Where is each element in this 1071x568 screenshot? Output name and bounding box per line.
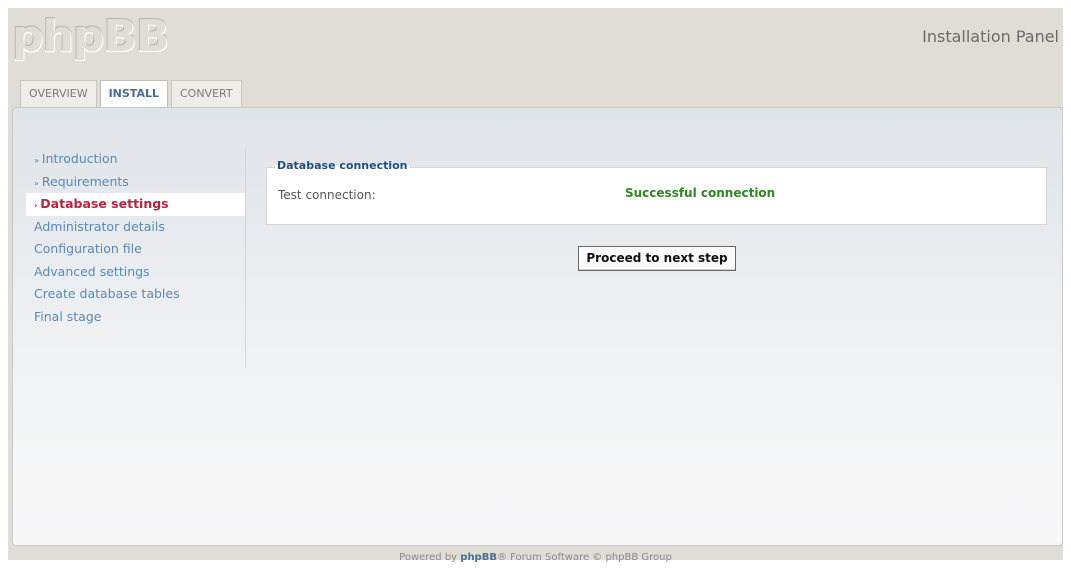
sidebar-item-label: Create database tables <box>34 286 180 301</box>
sidebar-item-label: Database settings <box>40 196 169 211</box>
sidebar-item-final-stage: Final stage <box>26 306 245 329</box>
tab-install[interactable]: INSTALL <box>99 80 168 108</box>
install-steps-sidebar: » Introduction » Requirements › Database se… <box>26 148 246 368</box>
sidebar-item-label: Configuration file <box>34 241 142 256</box>
sidebar-item-requirements[interactable]: » Requirements <box>26 171 245 194</box>
sidebar-item-configuration-file: Configuration file <box>26 238 245 261</box>
current-step-icon: › <box>34 201 38 210</box>
tab-bar: OVERVIEW INSTALL CONVERT <box>20 80 245 108</box>
tab-convert[interactable]: CONVERT <box>170 80 242 107</box>
sidebar-item-label: Requirements <box>41 173 129 189</box>
sidebar-item-create-database-tables: Create database tables <box>26 283 245 306</box>
sidebar-item-label: Advanced settings <box>34 263 150 279</box>
footer-prefix: Powered by <box>399 552 461 563</box>
sidebar-item-label: Final stage <box>34 308 102 324</box>
sidebar-item-label: Administrator details <box>34 218 165 234</box>
fieldset-legend: Database connection <box>275 159 410 172</box>
footer-phpbb-link[interactable]: phpBB <box>460 552 497 563</box>
sidebar-item-administrator-details: Administrator details <box>26 216 245 239</box>
sidebar-item-advanced-settings: Advanced settings <box>26 261 245 284</box>
tab-overview[interactable]: OVERVIEW <box>20 80 97 107</box>
footer-suffix: ® Forum Software © phpBB Group <box>496 552 672 563</box>
proceed-next-step-button[interactable]: Proceed to next step <box>578 246 736 271</box>
sidebar-item-label: Introduction <box>41 151 118 166</box>
test-connection-label: Test connection: <box>278 188 376 202</box>
content-panel: » Introduction » Requirements › Database se… <box>12 107 1063 546</box>
footer: Powered by phpBB® Forum Software © phpBB… <box>0 552 1071 563</box>
panel-title: Installation Panel <box>922 27 1059 46</box>
connection-status: Successful connection <box>625 186 776 200</box>
phpbb-logo: phpBB <box>12 11 169 62</box>
completed-step-icon: » <box>34 156 39 165</box>
completed-step-icon: » <box>34 178 39 188</box>
sidebar-item-introduction[interactable]: » Introduction <box>26 148 245 171</box>
sidebar-item-database-settings[interactable]: › Database settings <box>26 193 245 216</box>
